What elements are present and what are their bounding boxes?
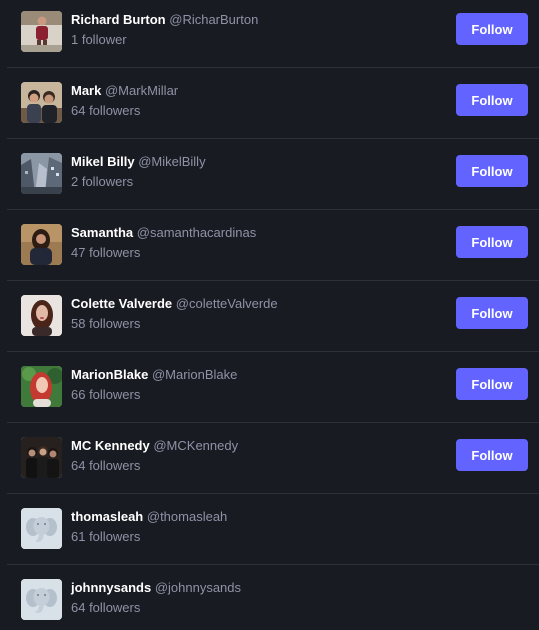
account-row[interactable]: johnnysands @johnnysands 64 followers	[7, 565, 539, 630]
account-handle: @RicharBurton	[169, 12, 259, 27]
display-name[interactable]: thomasleah	[71, 509, 143, 524]
avatar[interactable]	[21, 11, 62, 52]
name-line: Richard Burton @RicharBurton	[71, 12, 258, 28]
account-row[interactable]: Mikel Billy @MikelBilly 2 followers Foll…	[7, 139, 539, 210]
follow-button[interactable]: Follow	[456, 155, 528, 187]
followers-count: 64 followers	[71, 600, 141, 615]
avatar[interactable]	[21, 153, 62, 194]
avatar[interactable]	[21, 82, 62, 123]
account-row[interactable]: thomasleah @thomasleah 61 followers	[7, 494, 539, 565]
name-line: MC Kennedy @MCKennedy	[71, 438, 238, 454]
avatar[interactable]	[21, 579, 62, 620]
avatar[interactable]	[21, 366, 62, 407]
follow-button[interactable]: Follow	[456, 84, 528, 116]
avatar[interactable]	[21, 437, 62, 478]
name-line: MarionBlake @MarionBlake	[71, 367, 237, 383]
follow-button[interactable]: Follow	[456, 297, 528, 329]
follow-button[interactable]: Follow	[456, 439, 528, 471]
follow-button[interactable]: Follow	[456, 368, 528, 400]
followers-count: 47 followers	[71, 245, 141, 260]
account-handle: @MarionBlake	[151, 367, 238, 382]
avatar[interactable]	[21, 295, 62, 336]
account-handle: @johnnysands	[154, 580, 242, 595]
account-row[interactable]: MarionBlake @MarionBlake 66 followers Fo…	[7, 352, 539, 423]
account-handle: @MCKennedy	[153, 438, 239, 453]
elephant-icon	[21, 579, 62, 620]
elephant-icon	[21, 508, 62, 549]
followers-count: 2 followers	[71, 174, 134, 189]
followers-count: 64 followers	[71, 103, 141, 118]
account-handle: @MikelBilly	[138, 154, 206, 169]
follow-button[interactable]: Follow	[456, 226, 528, 258]
account-row[interactable]: MC Kennedy @MCKennedy 64 followers Follo…	[7, 423, 539, 494]
account-row[interactable]: Mark @MarkMillar 64 followers Follow	[7, 68, 539, 139]
followers-count: 1 follower	[71, 32, 127, 47]
account-list: Richard Burton @RicharBurton 1 follower …	[0, 0, 539, 630]
display-name[interactable]: Richard Burton	[71, 12, 166, 27]
avatar[interactable]	[21, 224, 62, 265]
account-row[interactable]: Samantha @samanthacardinas 47 followers …	[7, 210, 539, 281]
account-handle: @thomasleah	[146, 509, 228, 524]
account-row[interactable]: Colette Valverde @coletteValverde 58 fol…	[7, 281, 539, 352]
name-line: Colette Valverde @coletteValverde	[71, 296, 278, 312]
name-line: Samantha @samanthacardinas	[71, 225, 256, 241]
account-handle: @MarkMillar	[104, 83, 179, 98]
name-line: Mark @MarkMillar	[71, 83, 178, 99]
followers-count: 58 followers	[71, 316, 141, 331]
display-name[interactable]: MarionBlake	[71, 367, 148, 382]
display-name[interactable]: Mark	[71, 83, 101, 98]
followers-count: 64 followers	[71, 458, 141, 473]
display-name[interactable]: Samantha	[71, 225, 133, 240]
avatar[interactable]	[21, 508, 62, 549]
followers-count: 61 followers	[71, 529, 141, 544]
display-name[interactable]: Colette Valverde	[71, 296, 172, 311]
name-line: Mikel Billy @MikelBilly	[71, 154, 206, 170]
followers-count: 66 followers	[71, 387, 141, 402]
account-handle: @coletteValverde	[175, 296, 278, 311]
follow-button[interactable]: Follow	[456, 13, 528, 45]
display-name[interactable]: Mikel Billy	[71, 154, 135, 169]
account-handle: @samanthacardinas	[136, 225, 257, 240]
display-name[interactable]: johnnysands	[71, 580, 151, 595]
name-line: johnnysands @johnnysands	[71, 580, 241, 596]
account-row[interactable]: Richard Burton @RicharBurton 1 follower …	[7, 0, 539, 68]
display-name[interactable]: MC Kennedy	[71, 438, 150, 453]
name-line: thomasleah @thomasleah	[71, 509, 227, 525]
